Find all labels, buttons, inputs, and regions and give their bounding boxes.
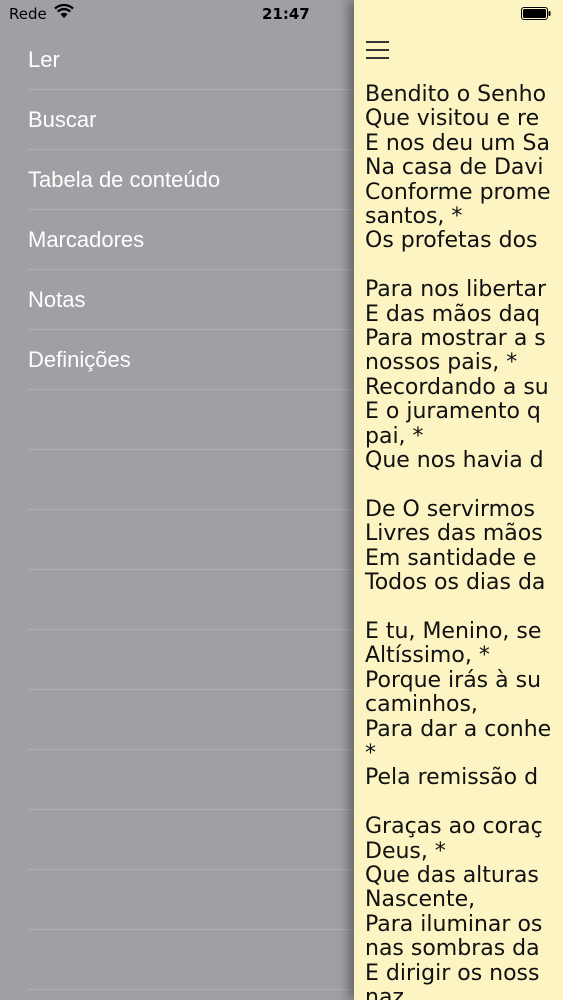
empty-menu-row — [28, 510, 354, 570]
menu-item-marcadores[interactable]: Marcadores — [28, 210, 354, 270]
battery-icon — [521, 7, 551, 20]
empty-menu-row — [28, 930, 354, 990]
menu-item-label: Definições — [28, 346, 131, 372]
menu-item-ler[interactable]: Ler — [28, 30, 354, 90]
menu-item-label: Marcadores — [28, 226, 145, 252]
status-time: 21:47 — [262, 5, 310, 23]
wifi-icon — [54, 3, 74, 18]
menu-item-buscar[interactable]: Buscar — [28, 90, 354, 150]
empty-menu-row — [28, 810, 354, 870]
empty-menu-row — [28, 750, 354, 810]
empty-menu-row — [28, 390, 354, 450]
menu-item-definicoes[interactable]: Definições — [28, 330, 354, 390]
carrier-label: Rede — [9, 5, 47, 23]
menu-list: Ler Buscar Tabela de conteúdo Marcadores… — [0, 30, 354, 990]
status-bar: Rede 21:47 — [0, 0, 563, 30]
empty-menu-row — [28, 570, 354, 630]
hamburger-menu-icon[interactable] — [366, 40, 390, 60]
reader-text: Bendito o Senho Que visitou e re E nos d… — [365, 82, 552, 1000]
menu-item-label: Notas — [28, 286, 86, 312]
menu-item-tabela-de-conteudo[interactable]: Tabela de conteúdo — [28, 150, 354, 210]
menu-item-label: Ler — [28, 46, 60, 72]
reader-panel[interactable]: Bendito o Senho Que visitou e re E nos d… — [354, 0, 563, 1000]
menu-item-label: Tabela de conteúdo — [28, 166, 221, 192]
empty-menu-row — [28, 630, 354, 690]
empty-menu-row — [28, 870, 354, 930]
empty-menu-row — [28, 450, 354, 510]
side-menu: Ler Buscar Tabela de conteúdo Marcadores… — [0, 30, 354, 1000]
menu-item-label: Buscar — [28, 106, 97, 132]
menu-item-notas[interactable]: Notas — [28, 270, 354, 330]
empty-menu-row — [28, 690, 354, 750]
